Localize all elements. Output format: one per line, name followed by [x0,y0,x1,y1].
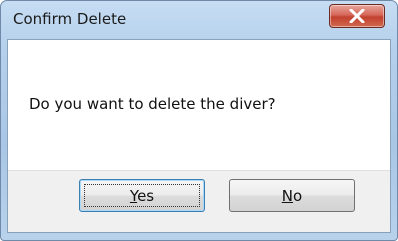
yes-label-rest: es [137,186,155,205]
message-text: Do you want to delete the diver? [29,95,276,113]
title-bar[interactable]: Confirm Delete [1,1,397,39]
close-icon [349,9,365,23]
no-mnemonic: N [281,186,294,205]
dialog-title: Confirm Delete [13,10,127,28]
yes-button-label: Yes [130,187,154,205]
close-button[interactable] [329,4,385,28]
dialog-body: Do you want to delete the diver? Yes No [7,39,391,233]
no-button[interactable]: No [229,179,355,212]
confirm-delete-dialog: Confirm Delete Do you want to delete the… [0,0,398,241]
message-area: Do you want to delete the diver? [8,40,390,171]
yes-mnemonic: Y [129,186,138,205]
no-button-label: No [282,187,302,205]
no-label-rest: o [293,186,303,205]
yes-button[interactable]: Yes [79,179,205,212]
